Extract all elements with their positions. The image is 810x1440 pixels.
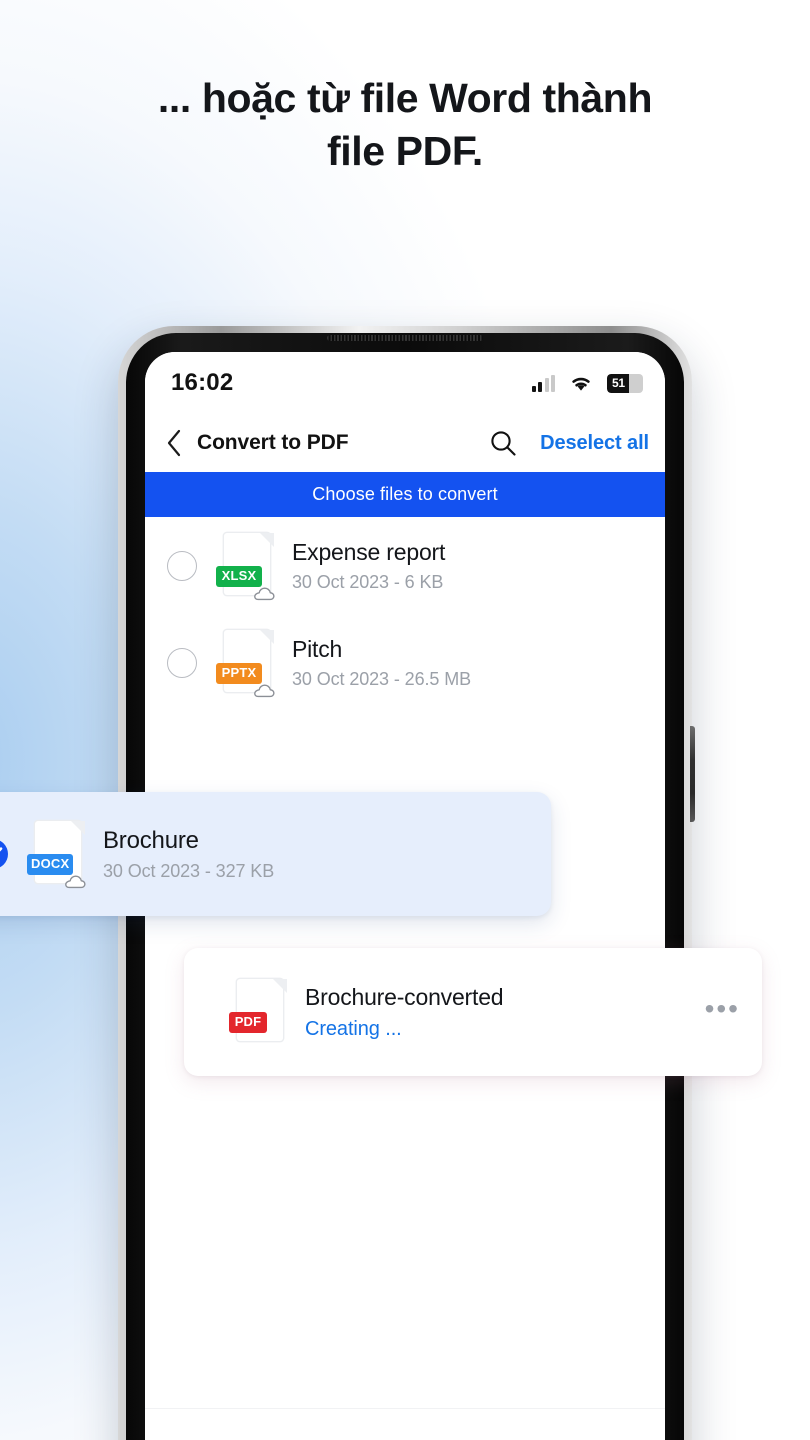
file-type-icon: DOCX	[27, 819, 86, 889]
header-actions: Deselect all	[488, 428, 649, 458]
overflow-menu-icon[interactable]: •••	[705, 995, 740, 1029]
file-meta: Brochure 30 Oct 2023 - 327 KB	[103, 826, 274, 882]
promo-headline-line2: file PDF.	[327, 128, 483, 175]
file-details: 30 Oct 2023 - 6 KB	[292, 571, 444, 592]
file-type-icon-pdf: PDF	[229, 977, 287, 1047]
cloud-icon	[254, 587, 275, 600]
selected-file-card[interactable]: DOCX Brochure 30 Oct 2023 - 327 KB	[0, 792, 551, 916]
page-title: Convert to PDF	[197, 431, 349, 454]
status-bar: 16:02 51	[145, 352, 665, 414]
file-type-badge: PPTX	[216, 662, 262, 684]
file-type-badge: XLSX	[216, 565, 262, 587]
file-details: 30 Oct 2023 - 26.5 MB	[292, 668, 471, 689]
file-name: Brochure	[103, 827, 199, 854]
file-name: Expense report	[292, 539, 446, 566]
bottom-toolbar: Add Files Next	[145, 1408, 665, 1440]
file-details: 30 Oct 2023 - 327 KB	[103, 861, 275, 881]
converted-file-meta: Brochure-converted Creating ...	[305, 983, 504, 1041]
wifi-icon	[572, 377, 590, 391]
battery-level: 51	[612, 376, 625, 390]
cloud-icon	[254, 684, 275, 697]
cellular-signal-icon	[531, 374, 555, 392]
file-select-radio-checked[interactable]	[0, 839, 8, 869]
file-name: Pitch	[292, 636, 343, 663]
converted-file-name: Brochure-converted	[305, 984, 504, 1011]
cloud-icon	[65, 875, 86, 889]
file-meta: Expense report 30 Oct 2023 - 6 KB	[292, 538, 445, 593]
file-list: XLSX Expense report 30 Oct 2023 - 6 KB P…	[145, 517, 665, 711]
converted-file-card[interactable]: PDF Brochure-converted Creating ... •••	[184, 948, 762, 1076]
file-select-radio[interactable]	[167, 550, 197, 581]
file-type-icon: XLSX	[216, 531, 275, 601]
promo-headline-line1: ... hoặc từ file Word thành	[157, 75, 653, 121]
conversion-status: Creating ...	[305, 1017, 402, 1040]
deselect-all-button[interactable]: Deselect all	[540, 432, 649, 455]
promo-headline: ... hoặc từ file Word thành file PDF.	[0, 72, 810, 179]
search-icon[interactable]	[488, 428, 518, 458]
list-item[interactable]: XLSX Expense report 30 Oct 2023 - 6 KB	[145, 517, 665, 614]
status-time: 16:02	[171, 369, 234, 396]
earpiece-speaker	[327, 335, 483, 341]
file-type-badge: PDF	[229, 1012, 267, 1033]
battery-icon: 51	[607, 373, 643, 393]
file-type-badge: DOCX	[27, 854, 74, 875]
app-header: Convert to PDF Deselect all	[145, 414, 665, 472]
list-item[interactable]: PPTX Pitch 30 Oct 2023 - 26.5 MB	[145, 614, 665, 711]
choose-files-banner-label: Choose files to convert	[312, 484, 498, 504]
power-button[interactable]	[690, 726, 695, 822]
status-icons: 51	[531, 373, 643, 393]
file-select-radio[interactable]	[167, 647, 197, 678]
file-type-icon: PPTX	[216, 628, 275, 698]
choose-files-banner: Choose files to convert	[145, 472, 665, 517]
screenshot-root: ... hoặc từ file Word thành file PDF. 16…	[0, 0, 810, 1440]
back-chevron-icon[interactable]	[157, 426, 191, 460]
file-meta: Pitch 30 Oct 2023 - 26.5 MB	[292, 635, 471, 690]
